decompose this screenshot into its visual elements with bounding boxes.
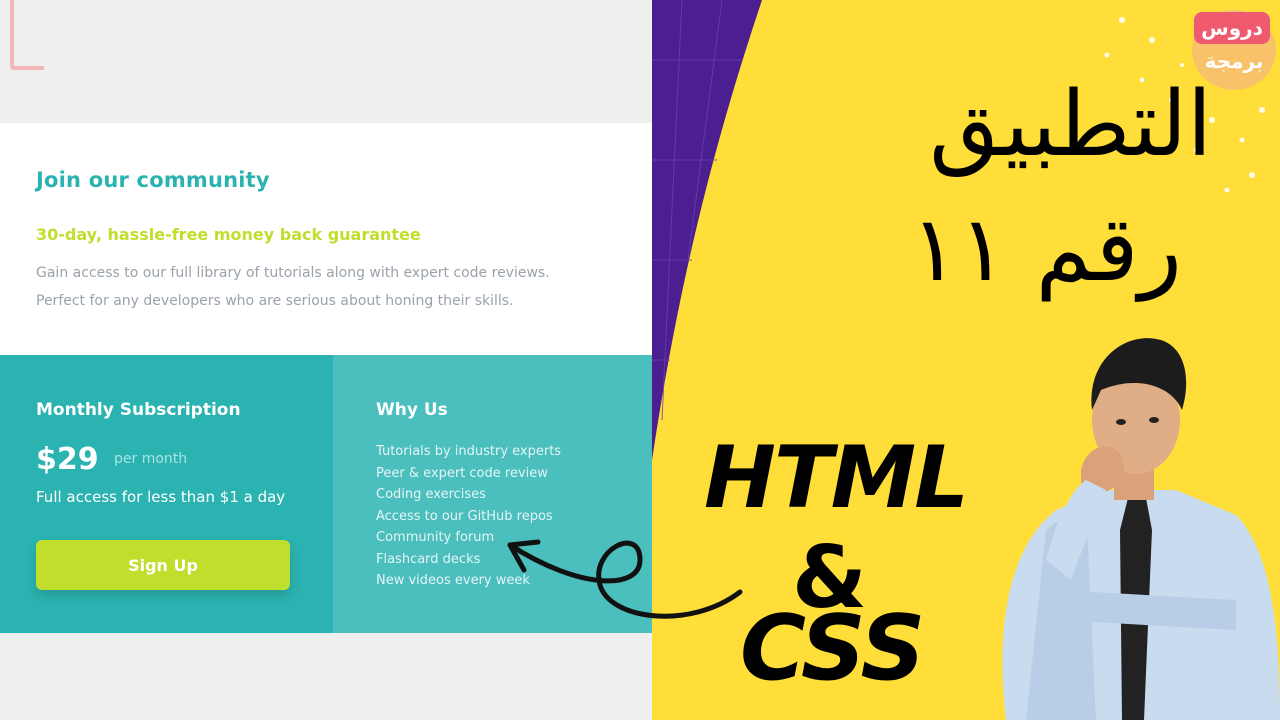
html-word: HTML [704, 428, 969, 528]
thinking-person-illustration [1002, 338, 1280, 720]
list-item: Tutorials by industry experts [376, 444, 562, 459]
curly-arrow-icon [507, 539, 743, 619]
css-word: CSS [740, 596, 925, 701]
why-us-title: Why Us [376, 400, 448, 420]
badge-label-top: دروس [1194, 12, 1270, 44]
community-description: Gain access to our full library of tutor… [36, 259, 626, 315]
price-period: per month [114, 451, 188, 467]
sign-up-button[interactable]: Sign Up [36, 540, 290, 590]
guarantee-text: 30-day, hassle-free money back guarantee [36, 225, 421, 244]
promo-number: رقم ١١ [910, 197, 1182, 302]
subscription-title: Monthly Subscription [36, 400, 241, 420]
description-line: Gain access to our full library of tutor… [36, 265, 550, 281]
list-item: Coding exercises [376, 487, 486, 502]
description-line: Perfect for any developers who are serio… [36, 293, 514, 309]
community-title: Join our community [36, 168, 270, 192]
subscription-note: Full access for less than $1 a day [36, 488, 286, 506]
decorative-bracket [10, 0, 44, 70]
list-item: Peer & expert code review [376, 465, 548, 481]
promo-heading: التطبيق [929, 72, 1212, 177]
price: $29 [36, 442, 99, 477]
